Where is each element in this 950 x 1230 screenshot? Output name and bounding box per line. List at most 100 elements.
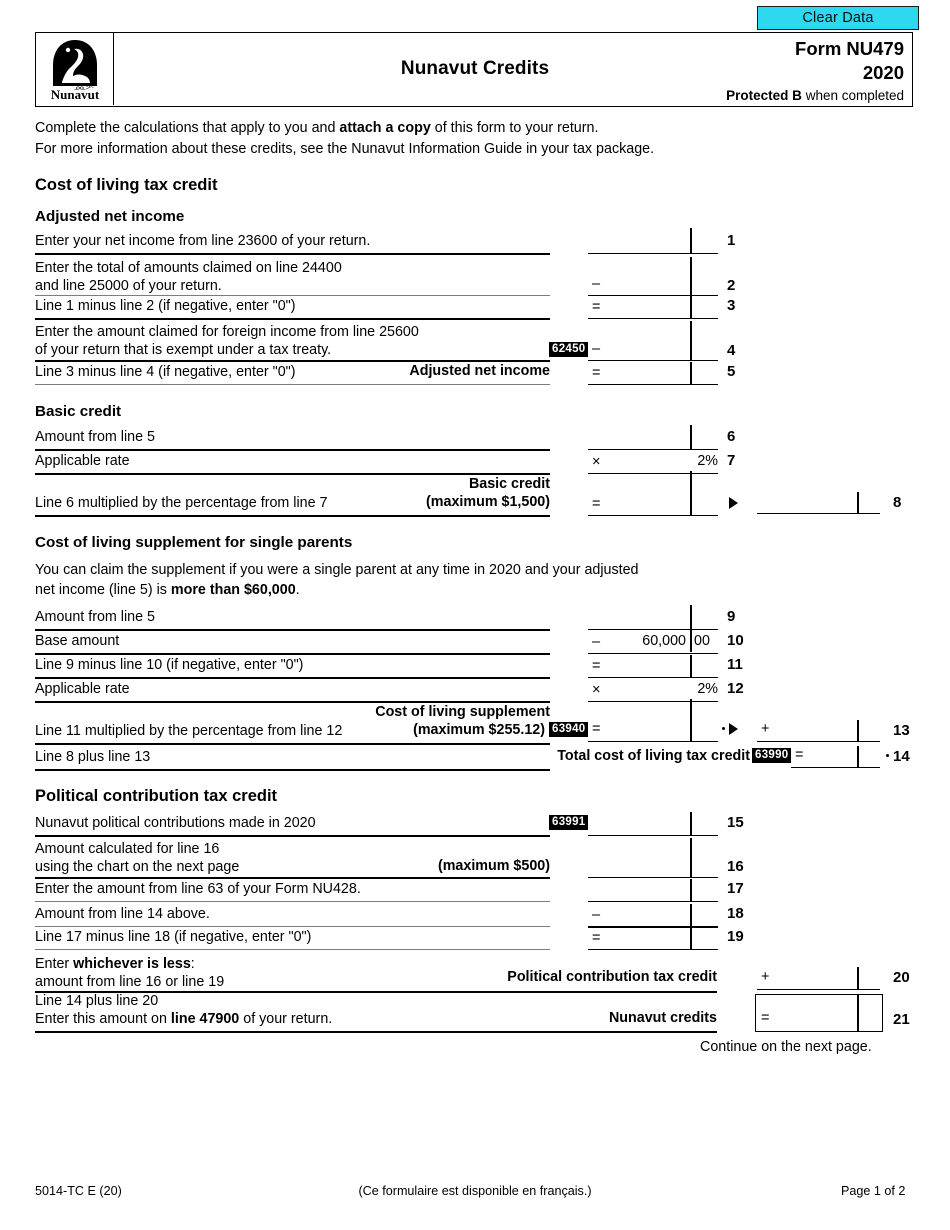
line-13-code-chip: 63940 xyxy=(549,722,589,737)
line-1-label: Enter your net income from line 23600 of… xyxy=(35,233,371,249)
line-9-field[interactable] xyxy=(588,629,718,631)
line-2-field[interactable] xyxy=(588,295,718,297)
line-6-cents-divider xyxy=(690,425,692,449)
line-21-number: 21 xyxy=(893,1011,910,1028)
line-9-underline xyxy=(35,629,550,631)
line-10-field xyxy=(588,653,718,655)
line-8-operator: = xyxy=(592,496,601,512)
line-21-label-b1: Enter this amount on xyxy=(35,1011,171,1027)
line-17-field[interactable] xyxy=(588,901,718,903)
line-18-number: 18 xyxy=(727,905,744,922)
line-13-cents-divider xyxy=(690,699,692,741)
line-14-operator: = xyxy=(795,747,804,763)
line-16-caption: (maximum $500) xyxy=(437,858,550,874)
subsection-adjusted-net-income: Adjusted net income xyxy=(35,208,185,225)
line-3-operator: = xyxy=(592,299,601,315)
line-19-underline xyxy=(35,949,550,951)
line-17-underline xyxy=(35,901,550,903)
line-5-operator: = xyxy=(592,365,601,381)
line-9-label: Amount from line 5 xyxy=(35,609,155,625)
line-13-field[interactable] xyxy=(588,741,718,743)
form-number: Form NU479 xyxy=(795,38,904,59)
line-20-label-c: : xyxy=(190,956,195,972)
line-21-caption: Nunavut credits xyxy=(608,1010,717,1026)
line-14-underline xyxy=(35,769,550,771)
line-6-underline xyxy=(35,449,550,451)
line-16-field[interactable] xyxy=(588,877,718,879)
protected-b-rest: when completed xyxy=(801,88,904,104)
line-20-label-d: amount from line 16 or line 19 xyxy=(35,974,225,990)
line-10-base-dollars: 60,000 xyxy=(642,633,686,649)
line-20-field[interactable] xyxy=(757,989,880,991)
line-17-number: 17 xyxy=(727,880,744,897)
line-19-number: 19 xyxy=(727,928,744,945)
line-10-base-cents: 00 xyxy=(694,633,710,649)
supplement-note-2-bold: more than $60,000 xyxy=(170,582,296,598)
line-13-bullet-marker xyxy=(722,727,726,731)
line-17-label: Enter the amount from line 63 of your Fo… xyxy=(35,881,361,897)
line-16-cents-divider xyxy=(690,838,692,877)
supplement-note-2a: net income (line 5) is xyxy=(35,582,171,598)
line-21-cents-divider xyxy=(857,994,859,1032)
nunavut-logo-icon: Nunavut ᓄᓇᕗᑦ xyxy=(36,33,114,106)
line-11-number: 11 xyxy=(727,656,743,673)
line-4-field[interactable] xyxy=(588,360,718,362)
intro-line-1-c: of this form to your return. xyxy=(430,120,599,136)
line-3-field[interactable] xyxy=(588,318,718,320)
line-8-total-field[interactable] xyxy=(757,513,880,515)
line-8-cents-divider xyxy=(690,471,692,515)
line-16-underline xyxy=(35,877,550,879)
line-2-operator: – xyxy=(592,276,601,292)
line-15-underline xyxy=(35,835,550,837)
line-6-field[interactable] xyxy=(588,449,718,451)
line-18-field[interactable] xyxy=(588,926,718,928)
line-12-number: 12 xyxy=(727,680,744,697)
line-21-label-a: Line 14 plus line 20 xyxy=(35,993,159,1009)
continue-note: Continue on the next page. xyxy=(700,1039,872,1055)
line-5-field[interactable] xyxy=(588,384,718,386)
line-2-label-b: and line 25000 of your return. xyxy=(35,278,222,294)
supplement-note-line-2: net income (line 5) is more than $60,000… xyxy=(35,581,300,600)
section-political: Political contribution tax credit xyxy=(35,787,278,805)
line-10-underline xyxy=(35,653,550,655)
supplement-note-2c: . xyxy=(295,582,300,598)
line-15-field[interactable] xyxy=(588,835,718,837)
line-1-underline xyxy=(35,253,550,255)
line-8-field[interactable] xyxy=(588,515,718,517)
line-13-total-field[interactable] xyxy=(757,741,880,743)
carry-forward-triangle-icon xyxy=(729,497,738,509)
line-16-label-b: using the chart on the next page xyxy=(35,859,240,875)
line-20-number: 20 xyxy=(893,969,910,986)
line-14-field[interactable] xyxy=(791,767,880,769)
line-2-label-a: Enter the total of amounts claimed on li… xyxy=(35,260,342,276)
line-18-underline xyxy=(35,926,550,928)
line-2-number: 2 xyxy=(727,277,736,294)
line-12-rate-value: 2% xyxy=(697,681,718,697)
tax-year: 2020 xyxy=(862,61,904,83)
line-4-cents-divider xyxy=(690,321,692,360)
line-8-caption-b: (maximum $1,500) xyxy=(426,494,550,510)
line-6-label: Amount from line 5 xyxy=(35,429,155,445)
line-15-label: Nunavut political contributions made in … xyxy=(35,815,316,831)
line-8-caption-a: Basic credit xyxy=(468,476,550,492)
line-6-number: 6 xyxy=(727,428,736,445)
line-4-underline xyxy=(35,360,550,362)
line-10-number: 10 xyxy=(727,632,744,649)
line-11-underline xyxy=(35,677,550,679)
line-20-label-top: Enter whichever is less: xyxy=(35,955,195,973)
intro-line-1: Complete the calculations that apply to … xyxy=(35,121,598,135)
line-13-underline xyxy=(35,743,550,745)
line-19-field[interactable] xyxy=(588,949,718,951)
line-2-underline xyxy=(35,295,550,297)
line-21-underline xyxy=(35,1031,717,1033)
line-21-operator: = xyxy=(761,1010,770,1026)
line-1-field[interactable] xyxy=(588,253,718,255)
line-11-field[interactable] xyxy=(588,677,718,679)
line-11-label: Line 9 minus line 10 (if negative, enter… xyxy=(35,657,304,673)
line-21-label-b3: of your return. xyxy=(239,1011,333,1027)
line-4-label-a: Enter the amount claimed for foreign inc… xyxy=(35,324,419,340)
line-21-total-box[interactable] xyxy=(755,994,883,1032)
subsection-supplement: Cost of living supplement for single par… xyxy=(35,534,353,551)
line-7-label: Applicable rate xyxy=(35,453,130,469)
clear-data-button[interactable]: Clear Data xyxy=(757,6,919,30)
